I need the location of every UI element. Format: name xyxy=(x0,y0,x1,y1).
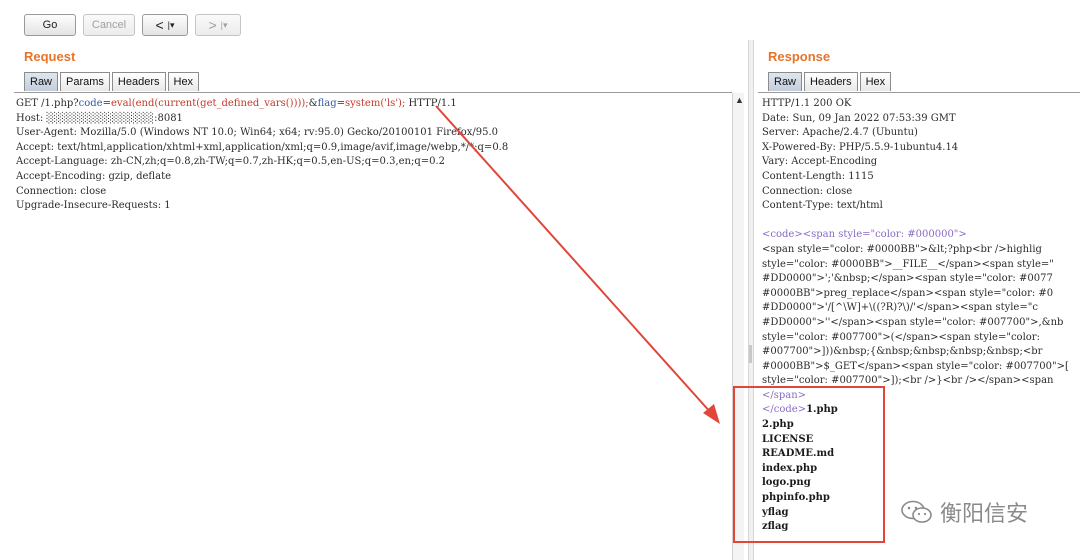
wechat-icon xyxy=(901,500,932,523)
watermark-text: 衡阳信安 xyxy=(940,502,1029,527)
watermark: 衡阳信安 xyxy=(900,496,1028,528)
annotation-arrow-layer xyxy=(435,105,720,424)
annotation-arrow-line xyxy=(435,105,713,415)
